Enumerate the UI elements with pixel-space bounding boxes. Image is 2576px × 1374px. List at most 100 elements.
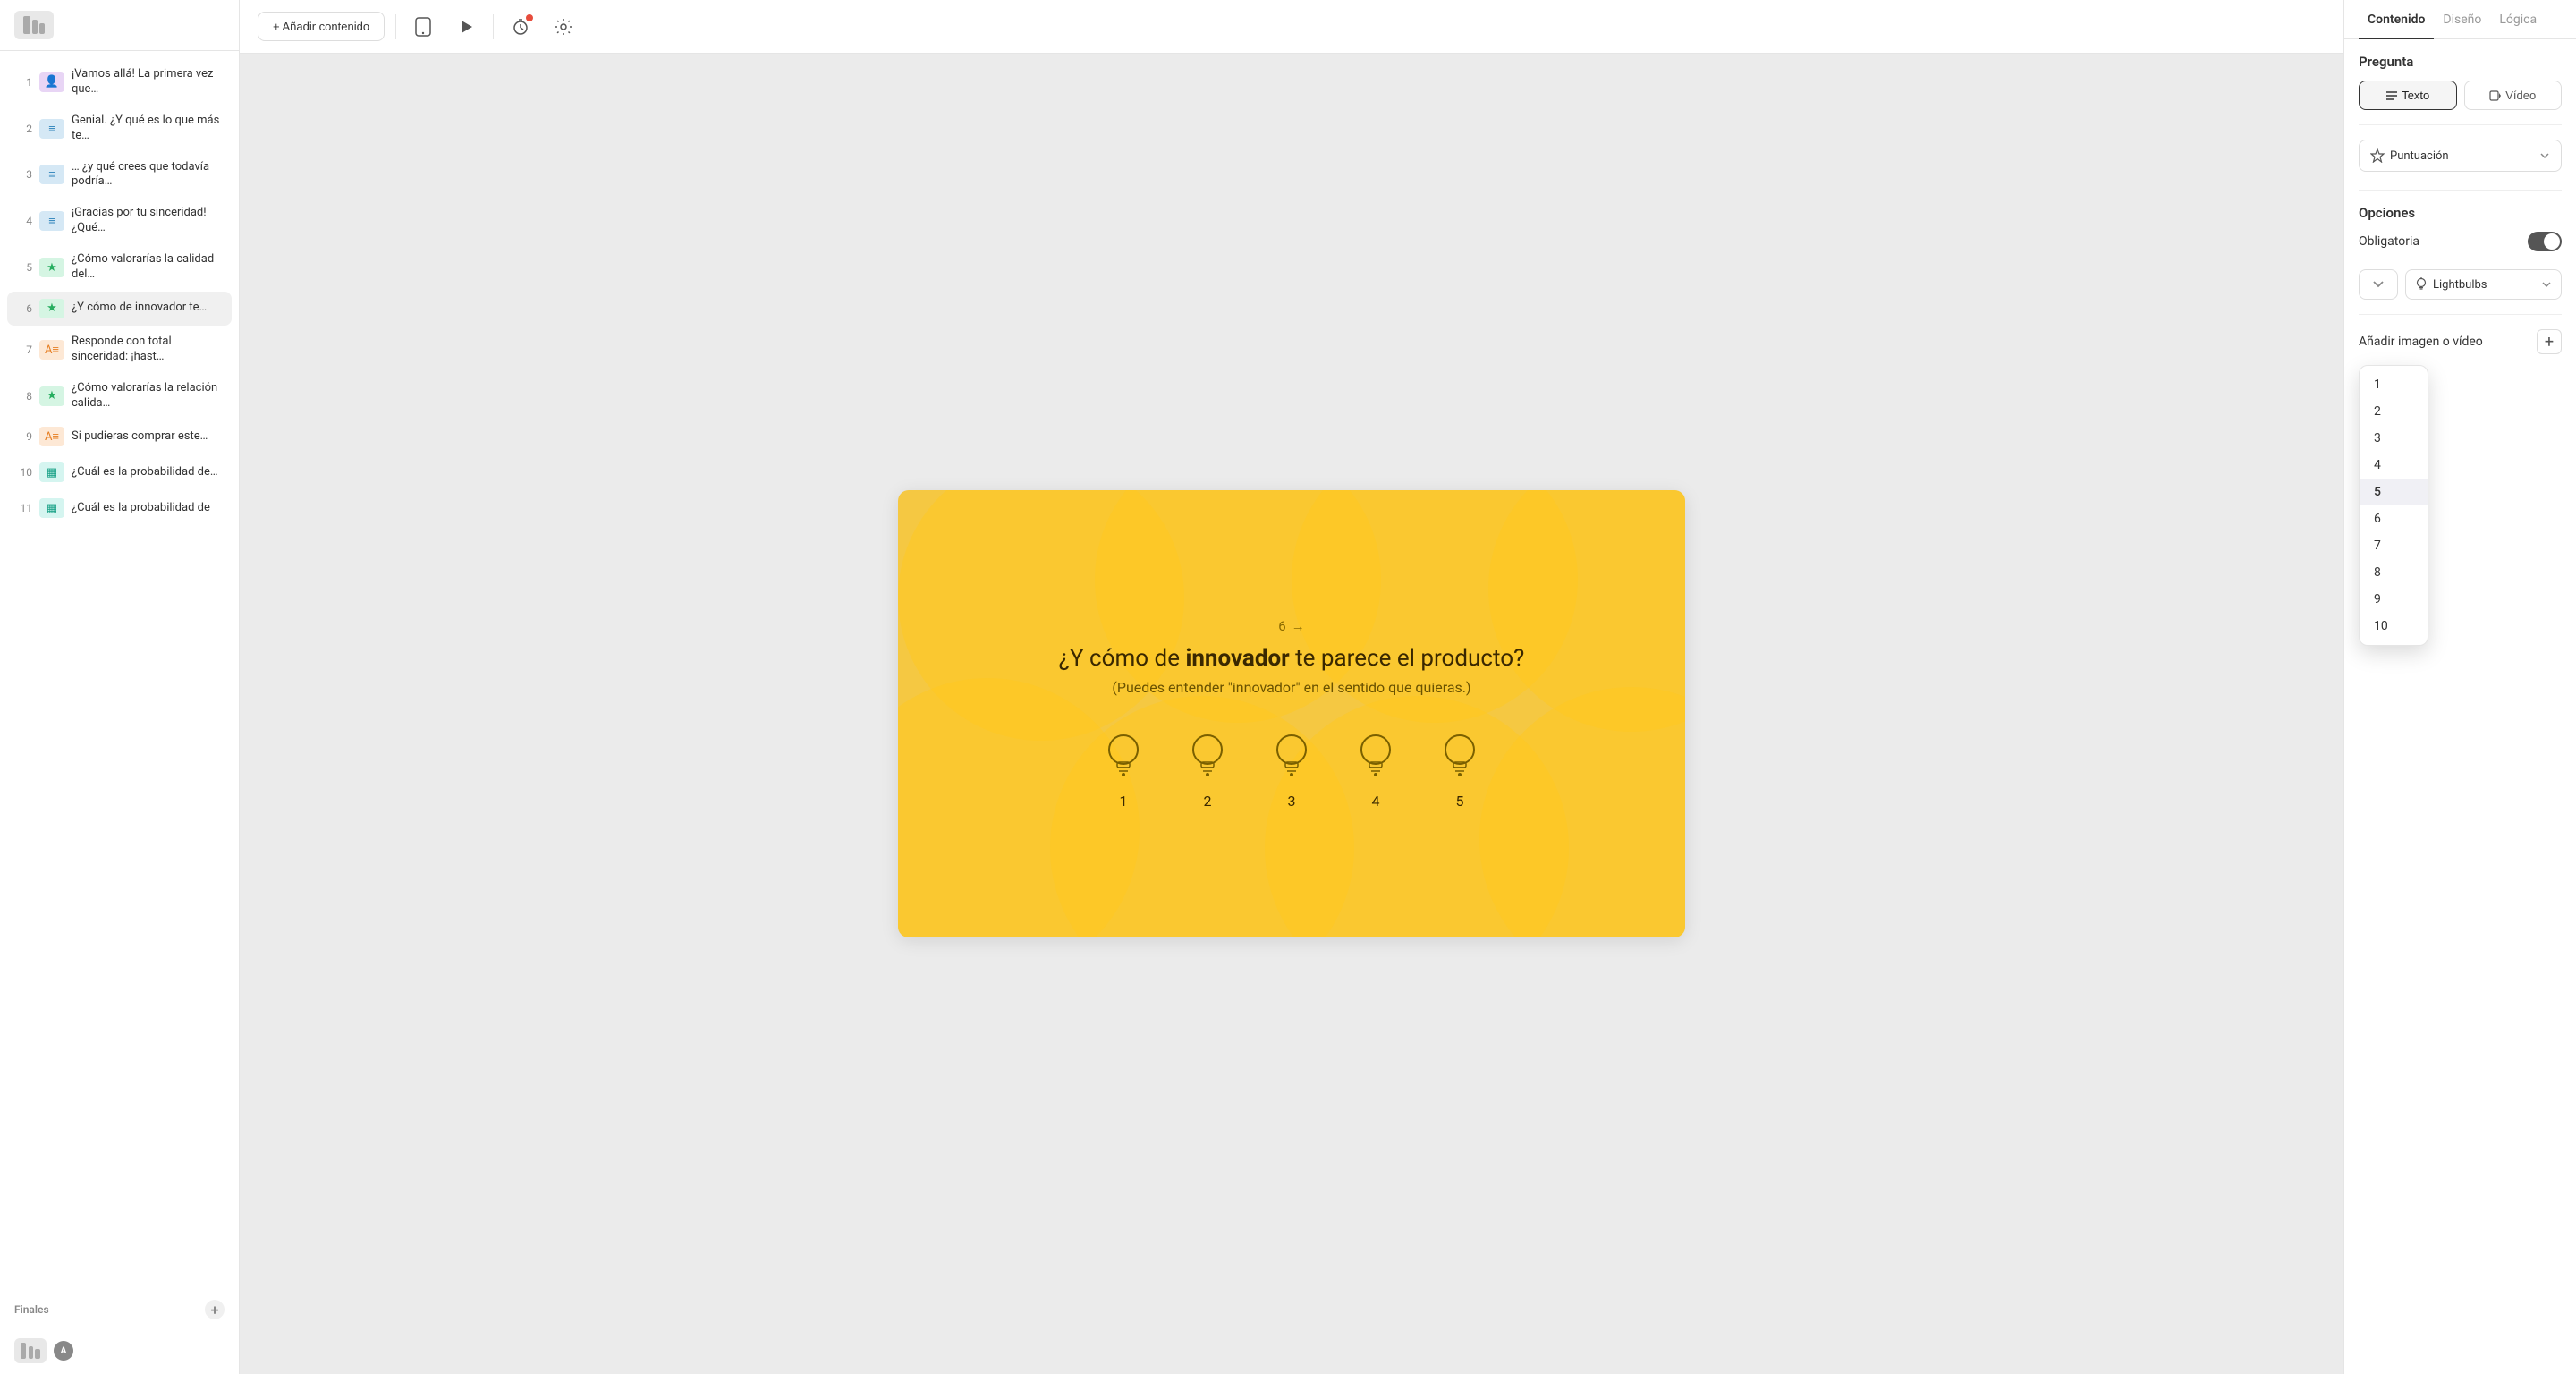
scale-chevron-icon (2372, 278, 2385, 291)
scale-row: Lightbulbs (2359, 269, 2562, 300)
item-number-2: 2 (18, 123, 32, 135)
sidebar-footer-icon (14, 1338, 47, 1363)
lightbulb-label-1: 1 (1119, 793, 1127, 810)
slide-question-text: ¿Y cómo de innovador te parece el produc… (1059, 645, 1525, 672)
item-number-7: 7 (18, 344, 32, 356)
sidebar-section-label: Finales (14, 1303, 49, 1316)
lightbulb-svg-2 (1183, 728, 1232, 785)
lightbulbs-row: 1 2 3 4 5 (1059, 728, 1525, 810)
footer-badge: A (54, 1341, 73, 1361)
item-icon-9: A≡ (39, 427, 64, 446)
type-text-btn[interactable]: Texto (2359, 81, 2457, 110)
notification-dot (526, 14, 533, 21)
divider3 (2359, 314, 2562, 315)
dropdown-item-5[interactable]: 5 (2360, 479, 2428, 505)
item-icon-10: ▦ (39, 462, 64, 482)
dropdown-item-4[interactable]: 4 (2360, 452, 2428, 479)
lightbulb-label-3: 3 (1287, 793, 1295, 810)
lightbulb-item-3: 3 (1267, 728, 1316, 810)
item-number-11: 11 (18, 502, 32, 514)
lightbulb-svg-5 (1436, 728, 1484, 785)
play-button[interactable] (450, 11, 482, 43)
score-select[interactable]: Puntuación (2359, 140, 2562, 172)
lightbulbs-dropdown[interactable]: Lightbulbs (2405, 269, 2562, 300)
dropdown-item-1[interactable]: 1 (2360, 371, 2428, 398)
lightbulb-item-1: 1 (1099, 728, 1148, 810)
slide-question-sub: (Puedes entender "innovador" en el senti… (1059, 679, 1525, 696)
lightbulbs-label: Lightbulbs (2433, 278, 2487, 292)
item-number-8: 8 (18, 390, 32, 403)
lightbulb-svg-1 (1099, 728, 1148, 785)
dropdown-item-6[interactable]: 6 (2360, 505, 2428, 532)
sidebar-item-6[interactable]: 6★¿Y cómo de innovador te… (7, 292, 232, 326)
item-text-3: … ¿y qué crees que todavía podría… (72, 160, 221, 191)
tab-contenido[interactable]: Contenido (2359, 0, 2434, 39)
sidebar-items-list: 1👤¡Vamos allá! La primera vez que… 2 ≡ Geni… (0, 51, 239, 1293)
sidebar-logo[interactable] (14, 11, 54, 39)
sidebar-header (0, 0, 239, 51)
lightbulb-item-2: 2 (1183, 728, 1232, 810)
item-icon-2: ≡ (39, 119, 64, 139)
panel-tabs: Contenido Diseño Lógica (2344, 0, 2576, 39)
sidebar-item-1[interactable]: 1👤¡Vamos allá! La primera vez que… (7, 60, 232, 105)
dropdown-item-8[interactable]: 8 (2360, 559, 2428, 586)
question-type-row: Texto Vídeo (2359, 81, 2562, 110)
item-text-2: Genial. ¿Y qué es lo que más te… (72, 114, 221, 144)
topbar-divider (395, 14, 396, 39)
item-number-3: 3 (18, 168, 32, 181)
item-icon-6: ★ (39, 299, 64, 318)
item-text-5: ¿Cómo valorarías la calidad del… (72, 252, 221, 283)
dropdown-item-7[interactable]: 7 (2360, 532, 2428, 559)
type-video-btn[interactable]: Vídeo (2464, 81, 2563, 110)
main-area: + Añadir contenido (240, 0, 2343, 1374)
obligatoria-label: Obligatoria (2359, 234, 2419, 249)
dropdown-item-10[interactable]: 10 (2360, 613, 2428, 640)
sidebar-item-5[interactable]: 5★¿Cómo valorarías la calidad del… (7, 245, 232, 290)
add-media-btn[interactable]: + (2537, 329, 2562, 354)
right-panel: Contenido Diseño Lógica Pregunta Texto V… (2343, 0, 2576, 1374)
lightbulb-label-2: 2 (1203, 793, 1211, 810)
topbar-divider2 (493, 14, 494, 39)
tab-diseno[interactable]: Diseño (2434, 0, 2490, 39)
item-text-7: Responde con total sinceridad: ¡hast… (72, 335, 221, 365)
sidebar-item-4[interactable]: 4 ≡ ¡Gracias por tu sinceridad! ¿Qué… (7, 199, 232, 243)
sidebar-item-9[interactable]: 9A≡Si pudieras comprar este… (7, 420, 232, 454)
dropdown-item-3[interactable]: 3 (2360, 425, 2428, 452)
obligatoria-toggle[interactable] (2528, 232, 2562, 251)
sidebar-section-add-btn[interactable]: + (205, 1300, 225, 1319)
item-text-4: ¡Gracias por tu sinceridad! ¿Qué… (72, 206, 221, 236)
score-label: Puntuación (2390, 149, 2449, 163)
dropdown-item-9[interactable]: 9 (2360, 586, 2428, 613)
timer-button[interactable] (504, 11, 537, 43)
lightbulb-label-5: 5 (1455, 793, 1463, 810)
type-video-label: Vídeo (2505, 89, 2536, 102)
tab-logica[interactable]: Lógica (2490, 0, 2546, 39)
sidebar-item-11[interactable]: 11 ▦ ¿Cuál es la probabilidad de (7, 491, 232, 525)
item-icon-4: ≡ (39, 211, 64, 231)
scale-dropdown[interactable] (2359, 269, 2398, 300)
mobile-preview-button[interactable] (407, 11, 439, 43)
sidebar-item-8[interactable]: 8★¿Cómo valorarías la relación calida… (7, 374, 232, 419)
dropdown-item-2[interactable]: 2 (2360, 398, 2428, 425)
question-section-title: Pregunta (2359, 54, 2562, 70)
sidebar-item-10[interactable]: 10▦¿Cuál es la probabilidad de… (7, 455, 232, 489)
slide-question-label: 6→ (1059, 618, 1525, 634)
sidebar: 1👤¡Vamos allá! La primera vez que… 2 ≡ Geni… (0, 0, 240, 1374)
item-number-5: 5 (18, 261, 32, 274)
settings-button[interactable] (547, 11, 580, 43)
sidebar-item-7[interactable]: 7A≡Responde con total sinceridad: ¡hast… (7, 327, 232, 372)
add-media-row: Añadir imagen o vídeo + (2359, 329, 2562, 354)
canvas-area: 6→ ¿Y cómo de innovador te parece el pro… (240, 54, 2343, 1374)
item-text-11: ¿Cuál es la probabilidad de (72, 501, 210, 516)
item-number-4: 4 (18, 215, 32, 227)
item-icon-3: ≡ (39, 165, 64, 184)
lightbulb-item-4: 4 (1352, 728, 1400, 810)
item-icon-11: ▦ (39, 498, 64, 518)
sidebar-item-2[interactable]: 2 ≡ Genial. ¿Y qué es lo que más te… (7, 106, 232, 151)
sidebar-item-3[interactable]: 3 ≡ … ¿y qué crees que todavía podría… (7, 153, 232, 198)
lightbulb-icon (2415, 277, 2428, 292)
sidebar-footer: A (0, 1327, 239, 1374)
add-content-button[interactable]: + Añadir contenido (258, 12, 385, 41)
item-text-10: ¿Cuál es la probabilidad de… (72, 465, 218, 480)
obligatoria-row: Obligatoria (2359, 232, 2562, 251)
